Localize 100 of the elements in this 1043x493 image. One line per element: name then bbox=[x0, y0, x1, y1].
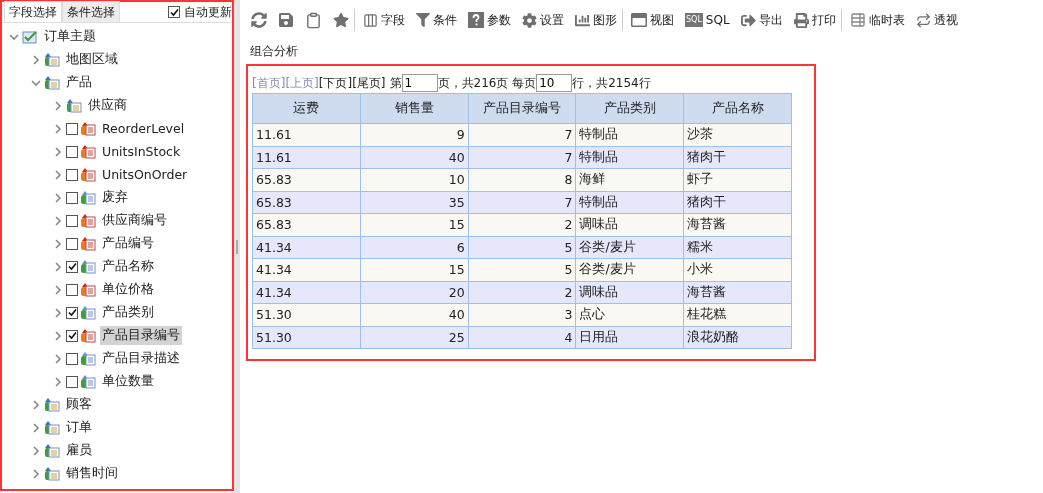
tree-item[interactable]: 产品目录编号 bbox=[100, 326, 182, 345]
checkbox[interactable] bbox=[66, 237, 78, 250]
checkbox[interactable] bbox=[168, 6, 180, 18]
dimension-field-icon bbox=[80, 189, 96, 206]
chevron-right-icon[interactable] bbox=[53, 376, 63, 387]
export-icon bbox=[740, 12, 756, 28]
dimension-field-icon bbox=[80, 258, 96, 275]
chevron-right-icon[interactable] bbox=[53, 261, 63, 272]
refresh-icon[interactable] bbox=[251, 12, 267, 28]
checkbox-label: 自动更新 bbox=[184, 3, 232, 21]
tree-item[interactable]: 雇员 bbox=[64, 441, 94, 460]
table-cell: 65.83 bbox=[252, 168, 361, 191]
measure-field-icon bbox=[80, 327, 96, 344]
pager-link[interactable]: [尾页] bbox=[352, 74, 386, 92]
rows-input[interactable]: 10 bbox=[536, 74, 573, 92]
settings-icon bbox=[522, 12, 537, 28]
toolbar-button[interactable]: 参数 bbox=[463, 9, 517, 31]
tree-item[interactable]: UnitsInStock bbox=[100, 143, 183, 160]
measure-field-icon bbox=[80, 120, 96, 137]
chevron-right-icon[interactable] bbox=[53, 123, 63, 134]
toolbar-button[interactable]: 临时表 bbox=[844, 9, 911, 31]
checkbox[interactable] bbox=[66, 283, 78, 296]
star-icon[interactable] bbox=[333, 12, 349, 28]
tree-item[interactable]: 单位价格 bbox=[100, 280, 156, 299]
toolbar-button[interactable]: 打印 bbox=[788, 9, 842, 31]
chevron-down-icon[interactable] bbox=[9, 31, 19, 42]
page-input[interactable]: 1 bbox=[401, 74, 438, 92]
pager-text: 第 bbox=[389, 74, 402, 92]
chevron-right-icon[interactable] bbox=[53, 284, 63, 295]
panel-tab[interactable]: 条件选择 bbox=[62, 1, 120, 22]
folder-field-icon bbox=[44, 51, 60, 68]
toolbar-button[interactable]: 导出 bbox=[735, 9, 789, 31]
folder-field-icon bbox=[44, 74, 60, 91]
toolbar-button[interactable]: 图形 bbox=[570, 9, 623, 31]
chevron-right-icon[interactable] bbox=[53, 353, 63, 364]
tree-item[interactable]: ReorderLevel bbox=[100, 120, 187, 137]
checkbox[interactable] bbox=[66, 122, 78, 135]
checkbox[interactable] bbox=[66, 260, 78, 273]
chevron-right-icon[interactable] bbox=[31, 399, 41, 410]
layout-icon bbox=[631, 12, 647, 28]
tree-item[interactable]: 供应商编号 bbox=[100, 211, 169, 230]
chevron-right-icon[interactable] bbox=[31, 422, 41, 433]
chevron-right-icon[interactable] bbox=[53, 192, 63, 203]
chevron-right-icon[interactable] bbox=[53, 330, 63, 341]
chevron-right-icon[interactable] bbox=[31, 445, 41, 456]
measure-field-icon bbox=[80, 143, 96, 160]
table-cell: 41.34 bbox=[252, 281, 361, 304]
measure-field-icon bbox=[80, 235, 96, 252]
sql-icon: SQL bbox=[685, 13, 703, 27]
tree-item[interactable]: 订单 bbox=[64, 418, 94, 437]
tree-item[interactable]: 供应商 bbox=[86, 96, 129, 115]
toolbar-button[interactable]: 视图 bbox=[626, 9, 680, 31]
chevron-down-icon[interactable] bbox=[31, 77, 41, 88]
checkbox[interactable] bbox=[66, 168, 78, 181]
tree-item[interactable]: 订单主题 bbox=[42, 27, 98, 46]
clipboard-icon[interactable] bbox=[305, 11, 322, 29]
tree-item[interactable]: 单位数量 bbox=[100, 372, 156, 391]
dimension-field-icon bbox=[80, 373, 96, 390]
chevron-right-icon[interactable] bbox=[53, 238, 63, 249]
toolbar-button[interactable]: 条件 bbox=[411, 9, 463, 31]
toolbar-button[interactable]: 设置 bbox=[517, 9, 570, 31]
tree-item[interactable]: 产品编号 bbox=[100, 234, 156, 253]
checkbox[interactable] bbox=[66, 191, 78, 204]
chevron-right-icon[interactable] bbox=[53, 169, 63, 180]
tree-item[interactable]: 产品目录描述 bbox=[100, 349, 182, 368]
pager-link[interactable]: [下页] bbox=[318, 74, 353, 92]
checkbox[interactable] bbox=[66, 375, 78, 388]
tree-item[interactable]: 顾客 bbox=[64, 395, 94, 414]
chevron-right-icon[interactable] bbox=[31, 468, 41, 479]
folder-field-icon bbox=[44, 442, 60, 459]
dimension-field-icon bbox=[80, 350, 96, 367]
panel-tab[interactable]: 字段选择 bbox=[4, 1, 62, 22]
measure-field-icon bbox=[80, 212, 96, 229]
tree-item[interactable]: 地图区域 bbox=[64, 50, 120, 69]
table-cell: 51.30 bbox=[252, 326, 361, 349]
tree-item[interactable]: 销售时间 bbox=[64, 464, 120, 483]
tree-item[interactable]: UnitsOnOrder bbox=[100, 166, 190, 183]
pivot-icon bbox=[915, 12, 931, 28]
chevron-right-icon[interactable] bbox=[53, 215, 63, 226]
tree-item[interactable]: 产品 bbox=[64, 73, 94, 92]
report-title: 组合分析 bbox=[249, 43, 299, 60]
chevron-right-icon[interactable] bbox=[53, 100, 63, 111]
checkbox[interactable] bbox=[66, 214, 78, 227]
chevron-right-icon[interactable] bbox=[53, 146, 63, 157]
checkbox[interactable] bbox=[66, 145, 78, 158]
column-header: 产品类别 bbox=[575, 93, 684, 124]
toolbar-button[interactable]: SQL SQL bbox=[680, 9, 736, 31]
tree-item[interactable]: 产品类别 bbox=[100, 303, 156, 322]
toolbar-button[interactable]: 字段 bbox=[358, 9, 411, 31]
toolbar-button[interactable]: 透视 bbox=[910, 9, 964, 31]
checkbox[interactable] bbox=[66, 329, 78, 342]
save-icon[interactable] bbox=[278, 12, 294, 28]
chevron-right-icon[interactable] bbox=[31, 54, 41, 65]
checkbox[interactable] bbox=[66, 352, 78, 365]
chevron-right-icon[interactable] bbox=[53, 307, 63, 318]
checkbox[interactable] bbox=[66, 306, 78, 319]
tree-item[interactable]: 产品名称 bbox=[100, 257, 156, 276]
measure-field-icon bbox=[80, 166, 96, 183]
tree-item[interactable]: 废弃 bbox=[100, 188, 130, 207]
pager-text: 页，共216页 每页 bbox=[437, 74, 537, 92]
